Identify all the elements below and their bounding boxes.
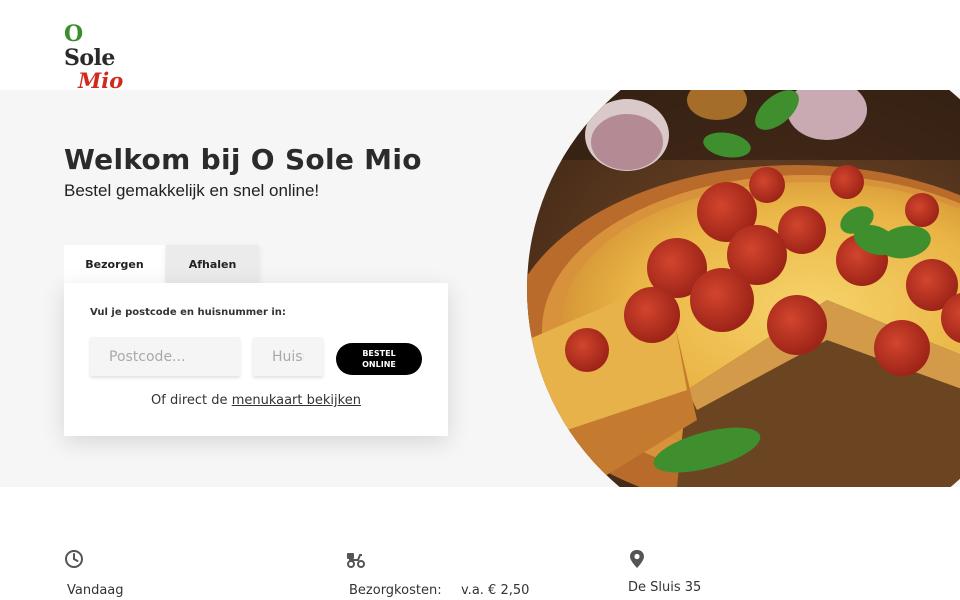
delivery-costs-label: Bezorgkosten: [349,583,442,598]
clock-icon [65,550,83,568]
order-button-line2: ONLINE [362,360,396,369]
tab-deliver[interactable]: Bezorgen [64,245,165,283]
tab-pickup[interactable]: Afhalen [166,245,259,283]
scooter-icon [347,553,365,568]
brand-logo[interactable]: O Sole Mio [64,21,134,92]
order-button-line1: BESTEL [362,349,396,358]
logo-word-mio: Mio [78,68,124,93]
map-pin-icon [630,550,644,568]
info-section: Vandaag Bezorgkosten: v.a. € 2,50 De Slu… [0,487,960,600]
address-text: De Sluis 35 [628,580,702,595]
pizza-image [527,90,960,487]
page-title: Welkom bij O Sole Mio [64,143,422,176]
direct-prefix: Of direct de [151,393,228,408]
order-form-label: Vul je postcode en huisnummer in: [90,307,286,318]
direct-menu-text: Of direct de menukaart bekijken [64,393,448,408]
opening-hours [64,549,84,569]
delivery-costs [346,549,366,569]
postcode-input[interactable] [90,337,240,376]
page-subtitle: Bestel gemakkelijk en snel online! [64,181,320,200]
delivery-costs-value: v.a. € 2,50 [461,583,530,598]
house-number-input[interactable] [253,337,323,376]
logo-letter-o: O [64,21,83,47]
menu-link[interactable]: menukaart bekijken [232,393,361,408]
order-online-button[interactable]: BESTEL ONLINE [336,343,422,375]
order-card: Vul je postcode en huisnummer in: BESTEL… [64,283,448,436]
opening-hours-text: Vandaag [67,583,124,598]
address [627,549,647,569]
site-header: O Sole Mio [0,0,960,92]
